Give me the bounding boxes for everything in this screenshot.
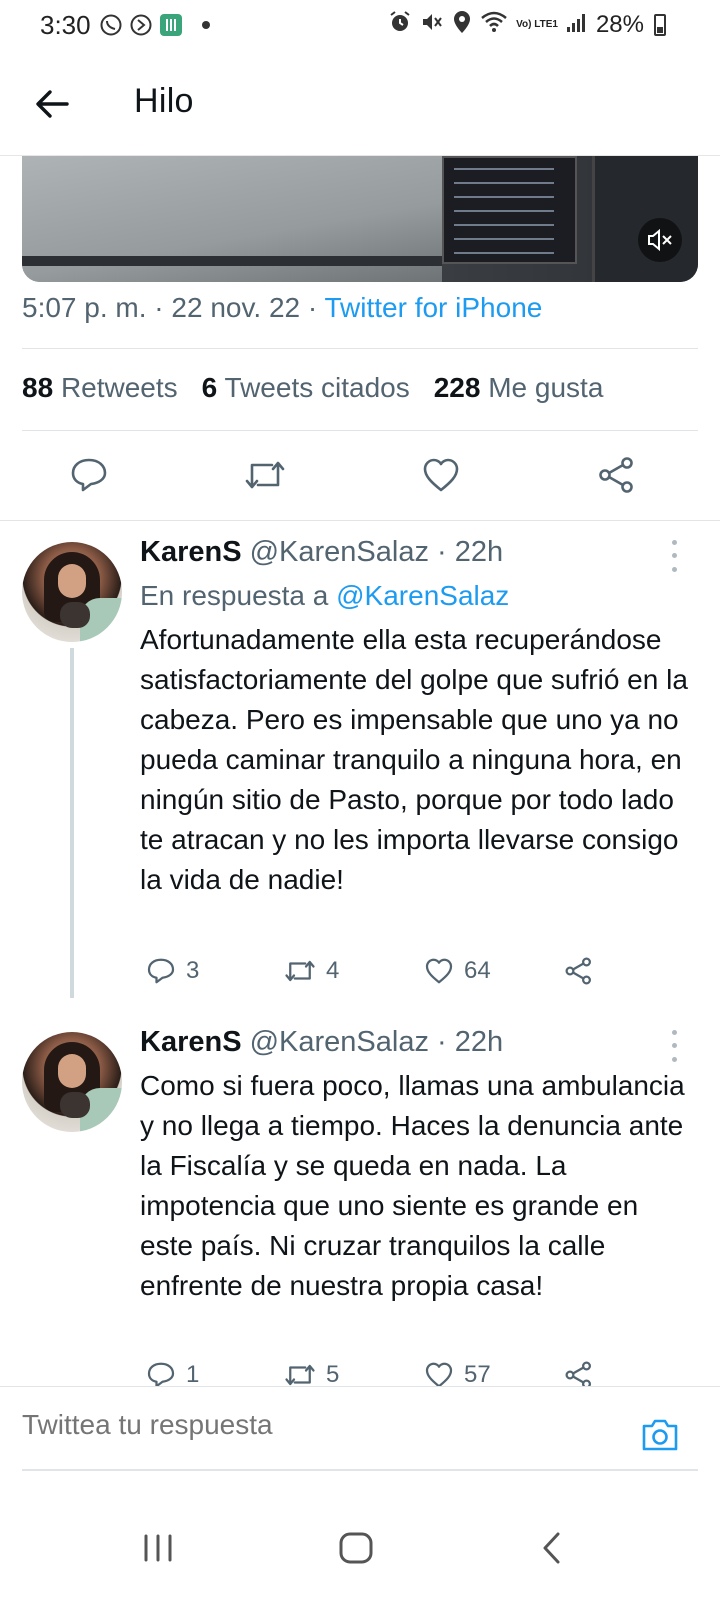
- back-nav-button[interactable]: [522, 1518, 582, 1578]
- more-options-button[interactable]: [668, 536, 680, 576]
- app-icon: [158, 12, 184, 38]
- tweet-header: KarenS @KarenSalaz · 22h: [140, 536, 503, 569]
- whatsapp-icon: [98, 12, 124, 38]
- share-button[interactable]: [564, 956, 594, 986]
- lte-icon: Vo) LTE1: [516, 18, 558, 30]
- retweet-count: 4: [326, 957, 340, 984]
- like-button[interactable]: 57: [424, 1360, 491, 1386]
- status-icons-right: Vo) LTE1 28%: [388, 10, 666, 39]
- status-time: 3:30: [40, 10, 91, 40]
- reply-icon: [147, 1362, 175, 1386]
- app-header: Hilo: [0, 52, 720, 156]
- tweet-actions: 1 5 57: [140, 1360, 620, 1386]
- dot-icon: [202, 21, 210, 29]
- alarm-icon: [388, 10, 412, 39]
- likes-stat[interactable]: 228 Me gusta: [434, 372, 604, 404]
- reply-tweet[interactable]: KarenS @KarenSalaz · 22h Como si fuera p…: [0, 1010, 720, 1386]
- status-icons-left: [98, 12, 210, 38]
- avatar[interactable]: [22, 1032, 122, 1132]
- thread-line: [70, 648, 74, 998]
- like-button[interactable]: 64: [424, 956, 491, 986]
- battery-text: 28%: [595, 10, 644, 38]
- tweet-actions: [0, 450, 720, 520]
- share-icon: [565, 957, 591, 985]
- like-count: 57: [464, 1361, 491, 1386]
- author-name[interactable]: KarenS: [140, 1026, 242, 1058]
- tweet-source-link[interactable]: Twitter for iPhone: [324, 292, 542, 323]
- share-button[interactable]: [592, 450, 642, 500]
- whatsapp-business-icon: [128, 12, 154, 38]
- retweet-icon: [285, 1364, 315, 1386]
- like-button[interactable]: [416, 450, 466, 500]
- author-name[interactable]: KarenS: [140, 536, 242, 568]
- home-icon: [339, 1532, 373, 1564]
- divider: [22, 430, 698, 431]
- reply-compose-bar: [0, 1386, 720, 1482]
- tweet-stats: 88 Retweets 6 Tweets citados 228 Me gust…: [22, 372, 603, 404]
- retweets-stat[interactable]: 88 Retweets: [22, 372, 178, 404]
- heart-icon: [425, 958, 453, 984]
- retweet-count: 5: [326, 1361, 340, 1386]
- share-icon: [565, 1361, 591, 1386]
- page-title: Hilo: [134, 82, 194, 120]
- divider: [22, 348, 698, 349]
- quotes-stat[interactable]: 6 Tweets citados: [202, 372, 410, 404]
- camera-icon: [642, 1419, 678, 1451]
- video-mute-button[interactable]: [638, 218, 682, 262]
- retweet-button[interactable]: 5: [284, 1360, 339, 1386]
- reply-button[interactable]: 3: [146, 956, 199, 986]
- avatar[interactable]: [22, 542, 122, 642]
- location-icon: [452, 10, 472, 39]
- battery-icon: [654, 13, 666, 36]
- tweet-media-video[interactable]: [22, 156, 698, 282]
- reply-context: En respuesta a @KarenSalaz: [140, 580, 510, 611]
- video-frame-screen: [592, 156, 698, 282]
- tweet-timestamp: 5:07 p. m. · 22 nov. 22 ·: [22, 292, 325, 323]
- reply-input[interactable]: [22, 1409, 622, 1441]
- reply-button[interactable]: [64, 450, 114, 500]
- author-handle-time: @KarenSalaz · 22h: [249, 536, 504, 568]
- camera-button[interactable]: [638, 1415, 682, 1455]
- share-button[interactable]: [564, 1360, 594, 1386]
- back-button[interactable]: [28, 80, 76, 128]
- volume-off-icon: [648, 228, 672, 252]
- retweet-icon: [285, 960, 315, 982]
- input-underline: [22, 1469, 698, 1471]
- home-button[interactable]: [326, 1518, 386, 1578]
- tweet-meta: 5:07 p. m. · 22 nov. 22 · Twitter for iP…: [22, 292, 542, 324]
- tweet-text: Como si fuera poco, llamas una ambulanci…: [140, 1070, 685, 1301]
- system-nav-bar: [0, 1490, 720, 1600]
- reply-icon: [71, 458, 107, 492]
- reply-icon: [147, 958, 175, 984]
- arrow-left-icon: [36, 90, 69, 118]
- retweet-button[interactable]: 4: [284, 956, 339, 986]
- mute-icon: [420, 10, 444, 39]
- share-icon: [599, 457, 633, 493]
- reply-count: 3: [186, 957, 200, 984]
- author-handle-time: @KarenSalaz · 22h: [249, 1026, 504, 1058]
- reply-button[interactable]: 1: [146, 1360, 199, 1386]
- video-frame-panel: [442, 156, 577, 264]
- wifi-icon: [480, 10, 508, 39]
- reply-tweet[interactable]: KarenS @KarenSalaz · 22h En respuesta a …: [0, 520, 720, 1010]
- heart-icon: [423, 458, 459, 492]
- tweet-header: KarenS @KarenSalaz · 22h: [140, 1026, 503, 1059]
- chevron-left-icon: [543, 1532, 560, 1564]
- recent-apps-button[interactable]: [128, 1518, 188, 1578]
- recent-apps-icon: [144, 1534, 172, 1562]
- retweet-button[interactable]: [240, 450, 290, 500]
- heart-icon: [425, 1362, 453, 1386]
- tweet-actions: 3 4 64: [140, 956, 620, 996]
- status-bar: 3:30 Vo) LTE1 28%: [0, 0, 720, 52]
- more-options-button[interactable]: [668, 1026, 680, 1066]
- reply-to-handle[interactable]: @KarenSalaz: [336, 580, 509, 611]
- retweet-icon: [245, 461, 285, 489]
- reply-count: 1: [186, 1361, 200, 1386]
- video-frame-bar: [22, 256, 442, 266]
- like-count: 64: [464, 957, 491, 984]
- tweet-text: Afortunadamente ella esta recuperándose …: [140, 624, 688, 895]
- signal-icon: [566, 11, 588, 38]
